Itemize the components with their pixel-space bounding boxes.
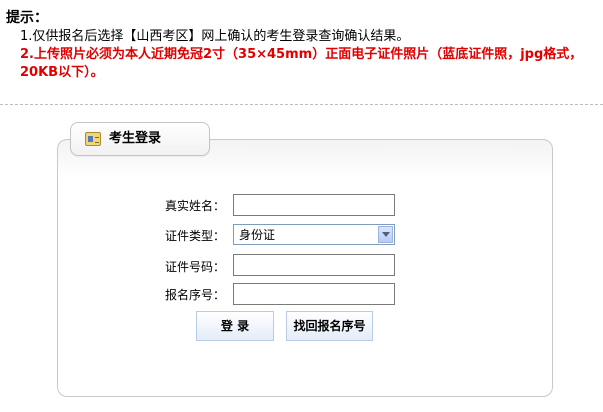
name-label: 真实姓名： xyxy=(165,199,226,213)
id-number-label: 证件号码： xyxy=(165,260,226,274)
recover-reg-number-button[interactable]: 找回报名序号 xyxy=(286,311,373,341)
login-panel-header: 考生登录 xyxy=(70,122,210,156)
name-input[interactable] xyxy=(233,194,395,216)
notice-item-2-warning: 2.上传照片必须为本人近期免冠2寸（35×45mm）正面电子证件照片（蓝底证件照… xyxy=(20,47,583,80)
reg-number-input[interactable] xyxy=(233,283,395,305)
chevron-down-icon[interactable] xyxy=(378,226,393,243)
notice: 提示： 1.仅供报名后选择【山西考区】网上确认的考生登录查询确认结果。 2.上传… xyxy=(6,10,598,82)
id-type-label: 证件类型： xyxy=(165,229,226,243)
panel-title: 考生登录 xyxy=(109,131,162,146)
notice-item-1: 1.仅供报名后选择【山西考区】网上确认的考生登录查询确认结果。 xyxy=(20,29,410,44)
id-number-input[interactable] xyxy=(233,254,395,276)
id-card-icon xyxy=(85,132,101,146)
reg-number-label: 报名序号： xyxy=(165,288,226,302)
id-type-selected-value: 身份证 xyxy=(239,228,276,242)
id-type-select[interactable]: 身份证 xyxy=(233,224,395,245)
login-button[interactable]: 登 录 xyxy=(196,311,274,341)
notice-title: 提示： xyxy=(6,10,48,26)
dashed-divider xyxy=(0,104,603,105)
